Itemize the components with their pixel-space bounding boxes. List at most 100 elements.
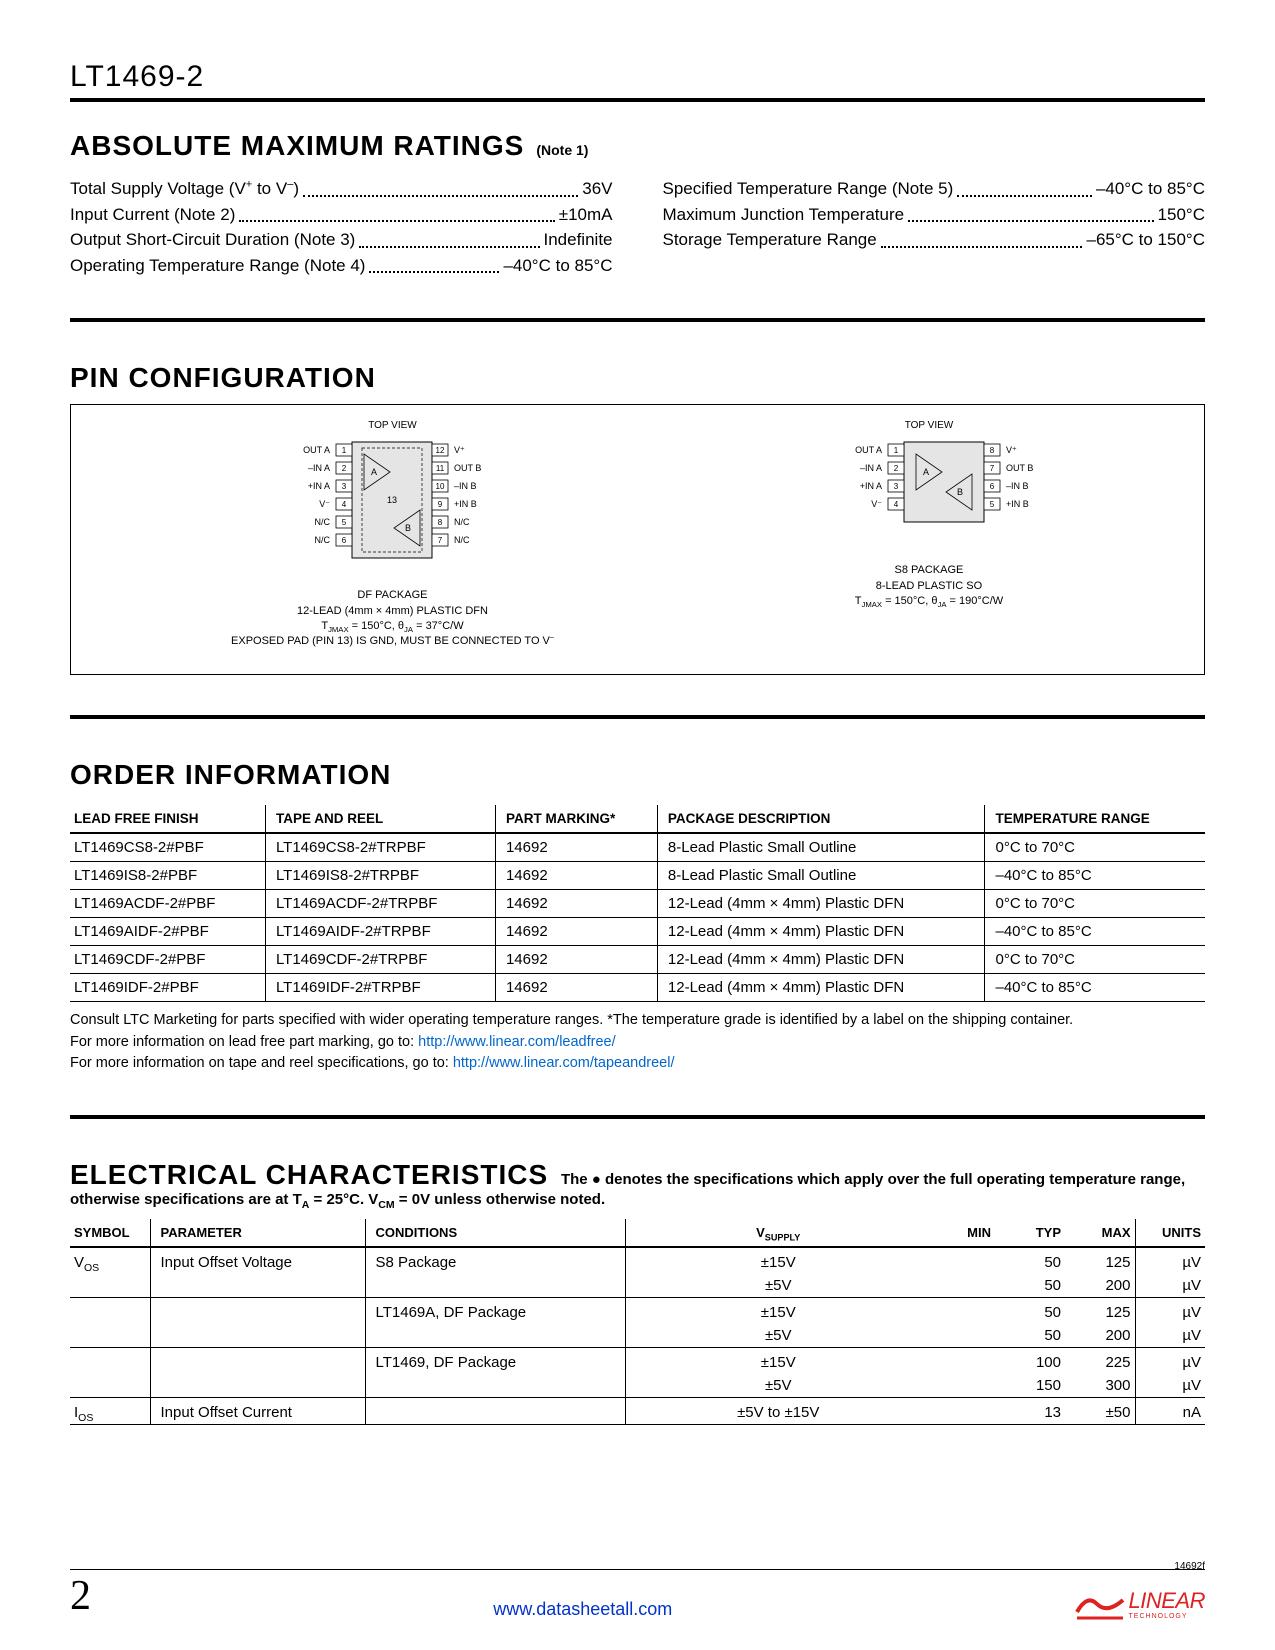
svg-text:3: 3 [894,482,899,491]
table-cell: µV [1135,1274,1205,1298]
amr-heading: ABSOLUTE MAXIMUM RATINGS [70,130,524,162]
amr-row: Specified Temperature Range (Note 5)–40°… [663,176,1206,202]
table-cell [925,1298,995,1325]
svg-text:–IN A: –IN A [860,463,882,473]
table-cell: Input Offset Current [150,1398,365,1425]
df-caption-4: EXPOSED PAD (PIN 13) IS GND, MUST BE CON… [231,634,554,649]
svg-text:5: 5 [990,500,995,509]
topview-label: TOP VIEW [231,419,554,432]
svg-text:B: B [405,523,411,533]
table-cell: 8-Lead Plastic Small Outline [657,861,985,889]
amr-row: Input Current (Note 2)±10mA [70,202,613,228]
amr-body: Total Supply Voltage (V+ to V–)36VInput … [70,176,1205,278]
order-note-2-prefix: For more information on lead free part m… [70,1034,418,1050]
rule [70,318,1205,322]
table-cell: 50 [995,1274,1065,1298]
ec-header-cell: CONDITIONS [365,1219,625,1247]
table-cell [925,1348,995,1375]
table-cell: 12-Lead (4mm × 4mm) Plastic DFN [657,889,985,917]
amr-row: Total Supply Voltage (V+ to V–)36V [70,176,613,202]
rule [70,1115,1205,1119]
svg-text:12: 12 [436,446,445,455]
table-cell: 14692 [495,861,657,889]
svg-text:OUT A: OUT A [855,445,882,455]
svg-text:V⁺: V⁺ [454,445,465,455]
table-cell: ±5V to ±15V [625,1398,925,1425]
table-cell [925,1374,995,1398]
svg-text:4: 4 [342,500,347,509]
table-cell: µV [1135,1298,1205,1325]
table-cell: 0°C to 70°C [985,833,1205,862]
table-cell: 125 [1065,1298,1135,1325]
table-cell [70,1274,150,1298]
amr-row: Output Short-Circuit Duration (Note 3)In… [70,227,613,253]
table-cell [70,1348,150,1375]
rule [70,98,1205,102]
svg-text:A: A [923,467,929,477]
s8-caption-1: S8 PACKAGE [814,563,1044,578]
footer-link[interactable]: www.datasheetall.com [91,1599,1075,1620]
table-cell: 14692 [495,917,657,945]
table-row: ±5V50200µV [70,1274,1205,1298]
table-cell [150,1324,365,1348]
table-cell: µV [1135,1348,1205,1375]
table-cell: 300 [1065,1374,1135,1398]
ec-header-cell: MAX [1065,1219,1135,1247]
table-cell: 13 [995,1398,1065,1425]
table-cell: LT1469A, DF Package [365,1298,625,1325]
ec-header-cell: TYP [995,1219,1065,1247]
table-row: LT1469ACDF-2#PBFLT1469ACDF-2#TRPBF146921… [70,889,1205,917]
table-cell [150,1348,365,1375]
order-note-3-prefix: For more information on tape and reel sp… [70,1055,453,1071]
svg-text:7: 7 [438,536,443,545]
order-header-cell: TAPE AND REEL [265,805,495,833]
table-cell [925,1324,995,1348]
ec-header-cell: UNITS [1135,1219,1205,1247]
svg-text:2: 2 [342,464,347,473]
absolute-maximum-ratings-section: ABSOLUTE MAXIMUM RATINGS (Note 1) Total … [70,130,1205,278]
ec-header-cell: PARAMETER [150,1219,365,1247]
amr-row: Operating Temperature Range (Note 4)–40°… [70,253,613,279]
table-cell [365,1274,625,1298]
oi-heading: ORDER INFORMATION [70,759,1205,791]
svg-text:A: A [371,467,377,477]
electrical-characteristics-section: ELECTRICAL CHARACTERISTICS The ● denotes… [70,1159,1205,1425]
svg-text:OUT B: OUT B [454,463,481,473]
amr-note-suffix: (Note 1) [536,142,588,158]
ec-header-cell: MIN [925,1219,995,1247]
df-svg: AB131OUT A2–IN A3+IN A4V⁻5N/C6N/C12V⁺11O… [262,436,522,576]
svg-text:OUT B: OUT B [1006,463,1033,473]
table-cell [150,1298,365,1325]
table-cell: 12-Lead (4mm × 4mm) Plastic DFN [657,945,985,973]
logo-text: LINEAR [1129,1588,1205,1613]
leadfree-link[interactable]: http://www.linear.com/leadfree/ [418,1034,615,1050]
table-cell: 14692 [495,889,657,917]
table-cell: LT1469AIDF-2#PBF [70,917,265,945]
table-cell [70,1298,150,1325]
table-cell: –40°C to 85°C [985,973,1205,1001]
table-cell [150,1274,365,1298]
table-cell: ±5V [625,1374,925,1398]
table-row: LT1469, DF Package±15V100225µV [70,1348,1205,1375]
logo-swoosh-icon [1075,1592,1125,1620]
table-row: ±5V150300µV [70,1374,1205,1398]
table-cell: LT1469CDF-2#TRPBF [265,945,495,973]
table-cell: 14692 [495,945,657,973]
table-cell: VOS [70,1247,150,1274]
svg-text:4: 4 [894,500,899,509]
svg-text:6: 6 [990,482,995,491]
table-cell: –40°C to 85°C [985,861,1205,889]
table-cell: 14692 [495,973,657,1001]
logo-subtext: TECHNOLOGY [1129,1613,1205,1620]
svg-text:10: 10 [436,482,445,491]
s8-svg: AB1OUT A2–IN A3+IN A4V⁻8V⁺7OUT B6–IN B5+… [814,436,1044,551]
table-cell: ±50 [1065,1398,1135,1425]
svg-text:+IN B: +IN B [1006,499,1029,509]
svg-text:N/C: N/C [454,517,470,527]
s8-caption-3: TJMAX = 150°C, θJA = 190°C/W [814,594,1044,609]
pin-box: TOP VIEW AB131OUT A2–IN A3+IN A4V⁻5N/C6N… [70,404,1205,675]
table-row: VOSInput Offset VoltageS8 Package±15V501… [70,1247,1205,1274]
svg-text:9: 9 [438,500,443,509]
tapeandreel-link[interactable]: http://www.linear.com/tapeandreel/ [453,1055,675,1071]
pin-configuration-section: PIN CONFIGURATION TOP VIEW AB131OUT A2–I… [70,362,1205,675]
